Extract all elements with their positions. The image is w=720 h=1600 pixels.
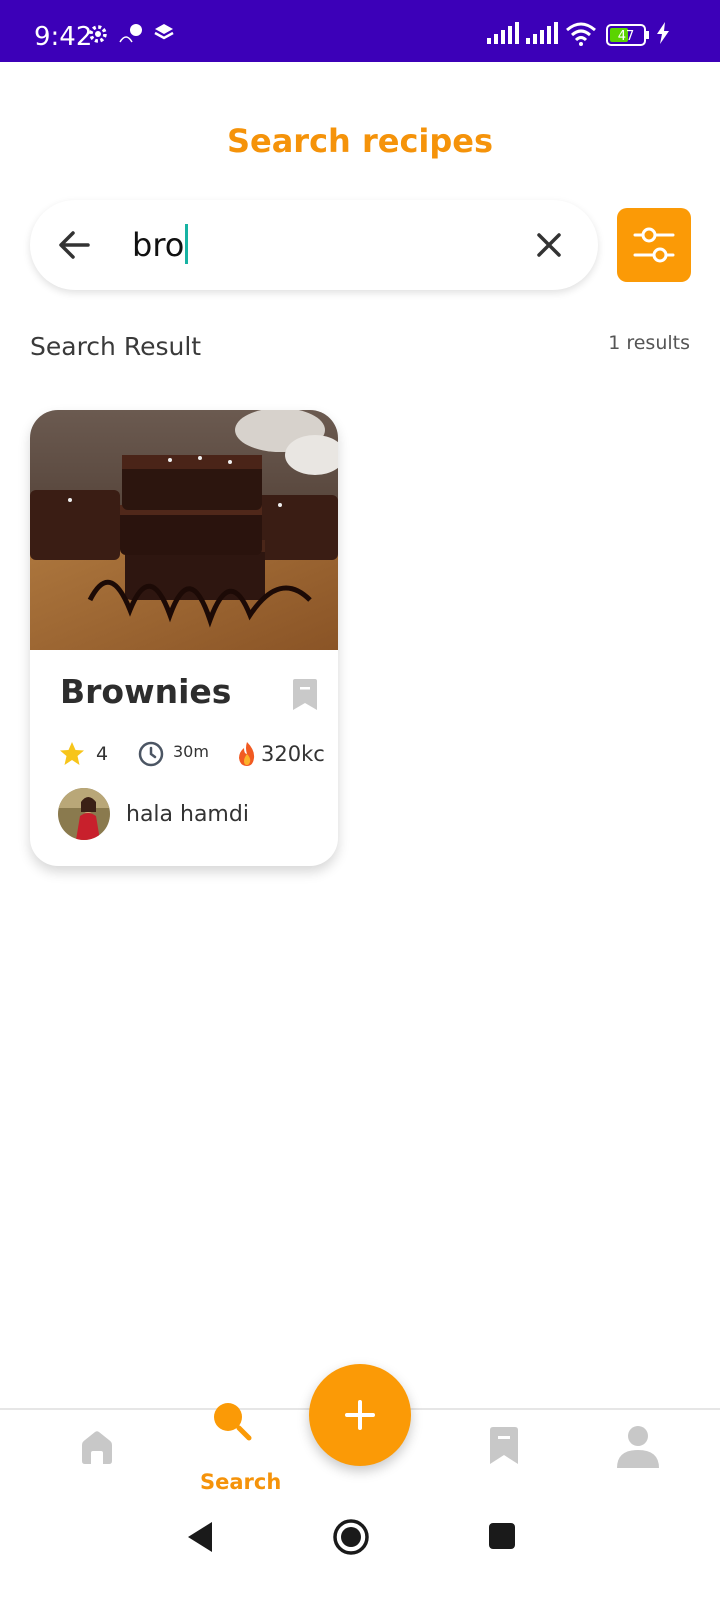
nav-home[interactable]	[78, 1428, 116, 1471]
circle-home-icon	[333, 1519, 369, 1555]
battery-icon: 47	[606, 24, 652, 46]
nav-profile[interactable]	[615, 1424, 661, 1475]
triangle-back-icon	[188, 1522, 212, 1552]
nav-search-label[interactable]: Search	[200, 1470, 281, 1494]
calories-value: 320kc	[261, 742, 325, 766]
search-query-text: bro	[132, 226, 185, 264]
search-bar[interactable]: bro	[30, 200, 598, 290]
signal-icon-1	[486, 22, 520, 46]
star-icon	[60, 742, 84, 765]
nav-saved[interactable]	[488, 1426, 520, 1471]
search-result-heading: Search Result	[30, 332, 202, 361]
status-bar: 9:42 47	[0, 0, 720, 62]
filter-button[interactable]	[617, 208, 691, 282]
back-arrow-icon[interactable]	[54, 224, 96, 266]
bookmark-nav-icon	[490, 1427, 518, 1464]
battery-level: 47	[618, 29, 635, 44]
plus-icon	[345, 1400, 375, 1430]
profile-icon	[617, 1426, 659, 1468]
settings-gear-icon	[86, 22, 110, 46]
calories: 320kc	[235, 740, 325, 768]
app-notification-icon	[118, 22, 144, 46]
cook-time-value: 30m	[173, 741, 209, 761]
add-recipe-button[interactable]	[309, 1364, 411, 1466]
sliders-icon	[633, 227, 675, 263]
charging-bolt-icon	[656, 22, 670, 44]
status-time: 9:42	[34, 22, 93, 52]
result-count: 1 results	[608, 332, 690, 354]
author-avatar[interactable]	[58, 788, 110, 840]
recipe-photo[interactable]	[30, 410, 338, 650]
wifi-icon	[565, 22, 597, 46]
home-icon	[82, 1431, 112, 1464]
system-recents-button[interactable]	[488, 1522, 516, 1555]
clock-icon	[138, 741, 164, 767]
signal-icon-2	[525, 22, 559, 46]
page-title: Search recipes	[226, 122, 494, 160]
system-back-button[interactable]	[186, 1520, 214, 1559]
layers-icon	[154, 22, 174, 44]
search-icon	[214, 1403, 252, 1441]
bookmark-icon[interactable]	[290, 678, 320, 712]
square-recents-icon	[489, 1523, 515, 1549]
recipe-card[interactable]: Brownies 4 30m 320kc hala hamdi	[30, 410, 338, 866]
text-caret	[185, 224, 189, 264]
cook-time: 30m	[137, 740, 209, 768]
clear-icon[interactable]	[530, 226, 568, 264]
rating-value: 4	[96, 743, 109, 765]
search-input[interactable]: bro	[132, 224, 189, 264]
system-home-button[interactable]	[332, 1518, 370, 1561]
fire-icon	[239, 742, 255, 766]
rating: 4	[58, 740, 108, 768]
recipe-name: Brownies	[60, 672, 232, 711]
author-name[interactable]: hala hamdi	[126, 802, 249, 827]
nav-search[interactable]	[211, 1400, 253, 1447]
